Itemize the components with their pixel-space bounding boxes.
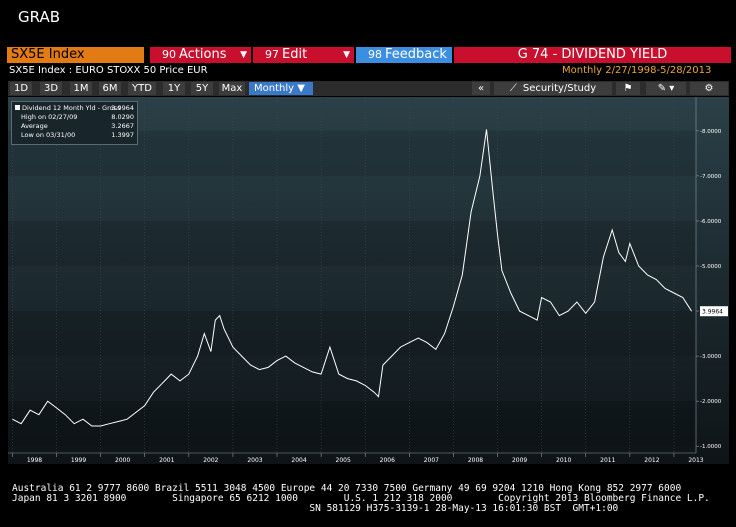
tab-3d[interactable]: 3D	[40, 82, 62, 95]
y-tick-label: -1.0000	[700, 444, 722, 450]
tab-1y[interactable]: 1Y	[163, 82, 185, 95]
x-tick-label: 2009	[512, 457, 527, 464]
y-tick-label: -5.0000	[700, 264, 722, 270]
tab-6m[interactable]: 6M	[99, 82, 121, 95]
x-tick-label: 2010	[556, 457, 571, 464]
x-tick-label: 2013	[688, 457, 703, 464]
x-tick-label: 2012	[644, 457, 659, 464]
x-tick-label: 2006	[380, 457, 395, 464]
function-title: G 74 - DIVIDEND YIELD	[454, 47, 731, 63]
last-value-label: 3.9964	[702, 309, 723, 316]
tab-1d[interactable]: 1D	[10, 82, 32, 95]
edit-label: Edit	[282, 47, 308, 62]
edit-menu-button[interactable]: 97 Edit ▼	[253, 47, 354, 63]
x-tick-label: 2005	[336, 457, 351, 464]
legend-high-label: High on 02/27/09	[21, 113, 78, 121]
legend-high-value: 8.0290	[111, 113, 134, 121]
line-chart-icon: ⟋	[509, 83, 517, 94]
dividend-yield-chart: -1.0000-2.0000-3.0000-4.0000-5.0000-6.00…	[8, 97, 729, 464]
x-tick-label: 2007	[424, 457, 439, 464]
x-tick-label: 2001	[159, 457, 174, 464]
x-tick-label: 1998	[27, 457, 42, 464]
x-tick-label: 2011	[600, 457, 615, 464]
security-description: SX5E Index : EURO STOXX 50 Price EUR	[9, 65, 208, 76]
y-tick-label: -7.0000	[700, 174, 722, 180]
y-tick-label: -6.0000	[700, 219, 722, 225]
security-study-button[interactable]: ⟋ Security/Study	[494, 82, 612, 95]
y-tick-label: -8.0000	[700, 129, 722, 135]
y-tick-label: -3.0000	[700, 354, 722, 360]
actions-menu-button[interactable]: 90 Actions ▼	[150, 47, 251, 63]
legend-average-value: 3.2667	[111, 122, 134, 130]
actions-label: Actions	[179, 47, 227, 62]
period-select[interactable]: Monthly ▼	[249, 82, 313, 95]
tab-max[interactable]: Max	[219, 82, 245, 95]
chevron-down-icon: ▼	[343, 50, 350, 60]
y-tick-label: -2.0000	[700, 399, 722, 405]
gear-icon[interactable]: ⚙	[690, 82, 728, 95]
legend-series-value: 3.9964	[111, 104, 134, 112]
legend: Dividend 12 Month Yld - Gross 3.9964 Hig…	[11, 101, 138, 145]
legend-low-value: 1.3997	[111, 131, 134, 139]
flag-icon[interactable]: ⚑	[616, 82, 640, 95]
legend-series-label: Dividend 12 Month Yld - Gross	[15, 104, 120, 112]
period-range: Monthly 2/27/1998-5/28/2013	[562, 65, 712, 76]
x-tick-label: 2000	[115, 457, 130, 464]
tab-ytd[interactable]: YTD	[128, 82, 156, 95]
feedback-label: Feedback	[385, 47, 447, 62]
x-tick-label: 2008	[468, 457, 483, 464]
footer: Australia 61 2 9777 8600 Brazil 5511 304…	[12, 484, 710, 514]
legend-swatch	[15, 105, 20, 110]
legend-average-label: Average	[21, 122, 48, 130]
ticker-field[interactable]: SX5E Index	[7, 47, 144, 63]
collapse-button[interactable]: «	[472, 82, 490, 95]
tab-1m[interactable]: 1M	[70, 82, 92, 95]
edit-key-number: 97	[265, 48, 279, 61]
actions-key-number: 90	[162, 48, 176, 61]
feedback-key-number: 98	[368, 48, 382, 61]
grid-band	[8, 220, 696, 266]
legend-series-name: Dividend 12 Month Yld - Gross	[22, 104, 121, 112]
x-tick-label: 1999	[71, 457, 86, 464]
legend-low-label: Low on 03/31/00	[21, 131, 76, 139]
grab-title: GRAB	[18, 8, 60, 26]
edit-chart-icon[interactable]: ✎ ▾	[646, 82, 686, 95]
chevron-down-icon: ▼	[240, 50, 247, 60]
footer-line-3: SN 581129 H375-3139-1 28-May-13 16:01:30…	[12, 503, 619, 514]
tab-5y[interactable]: 5Y	[191, 82, 213, 95]
x-tick-label: 2002	[203, 457, 218, 464]
x-tick-label: 2004	[291, 457, 306, 464]
security-study-label: Security/Study	[522, 83, 597, 94]
feedback-button[interactable]: 98 Feedback	[356, 47, 452, 63]
grid-band	[8, 311, 696, 357]
x-tick-label: 2003	[247, 457, 262, 464]
